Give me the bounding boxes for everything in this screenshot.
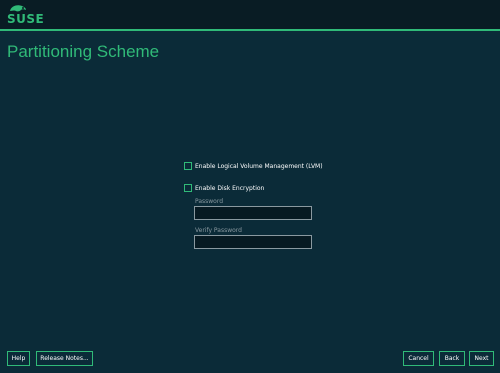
encryption-checkbox[interactable] bbox=[184, 184, 192, 192]
encryption-label[interactable]: Enable Disk Encryption bbox=[195, 185, 264, 192]
top-bar: SUSE bbox=[0, 0, 500, 31]
encryption-option[interactable]: Enable Disk Encryption bbox=[184, 184, 264, 192]
password-field[interactable] bbox=[194, 206, 312, 220]
lvm-option[interactable]: Enable Logical Volume Management (LVM) bbox=[184, 162, 323, 170]
password-label: Password bbox=[195, 198, 224, 205]
page-title: Partitioning Scheme bbox=[7, 42, 160, 61]
help-button[interactable]: Help bbox=[7, 351, 30, 366]
cancel-button[interactable]: Cancel bbox=[403, 351, 434, 366]
release-notes-button[interactable]: Release Notes... bbox=[36, 351, 93, 366]
verify-password-field[interactable] bbox=[194, 235, 312, 249]
suse-logo: SUSE bbox=[7, 4, 45, 28]
lvm-checkbox[interactable] bbox=[184, 162, 192, 170]
logo-text: SUSE bbox=[7, 12, 45, 26]
back-button[interactable]: Back bbox=[439, 351, 465, 366]
lvm-label[interactable]: Enable Logical Volume Management (LVM) bbox=[195, 163, 323, 170]
verify-password-label: Verify Password bbox=[195, 227, 242, 234]
next-button[interactable]: Next bbox=[469, 351, 494, 366]
